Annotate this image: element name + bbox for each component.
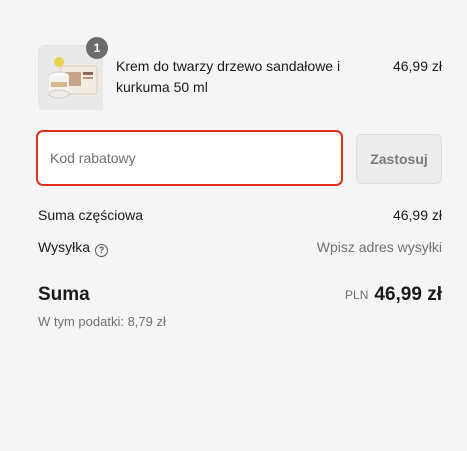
shipping-label-group: Wysyłka? [38, 239, 108, 257]
apply-discount-button[interactable]: Zastosuj [356, 134, 442, 184]
discount-code-input[interactable] [36, 130, 343, 186]
quantity-badge: 1 [86, 37, 108, 59]
tax-note: W tym podatki: 8,79 zł [38, 314, 166, 329]
subtotal-value: 46,99 zł [392, 207, 442, 223]
total-label: Suma [38, 284, 90, 305]
shipping-value: Wpisz adres wysyłki [316, 239, 442, 255]
total-value: 46,99 zł [374, 284, 442, 305]
product-name: Krem do twarzy drzewo sandałowe i kurkum… [116, 58, 341, 95]
total-amount: PLN 46,99 zł [345, 284, 442, 306]
total-currency: PLN [345, 288, 369, 302]
product-price: 46,99 zł [392, 58, 442, 74]
subtotal-label: Suma częściowa [38, 207, 144, 223]
question-circle-icon[interactable]: ? [95, 244, 108, 257]
line-item: 1 Krem do twarzy drzewo sandałowe i kurk… [38, 37, 442, 110]
shipping-label: Wysyłka [38, 239, 90, 255]
checkout-order-summary: 1 Krem do twarzy drzewo sandałowe i kurk… [0, 0, 467, 451]
